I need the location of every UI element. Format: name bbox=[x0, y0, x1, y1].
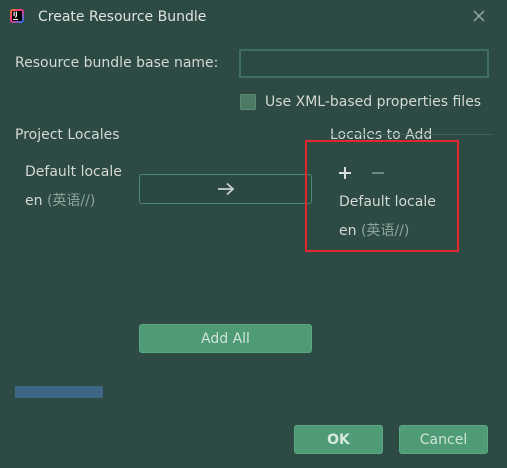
xml-properties-label[interactable]: Use XML-based properties files bbox=[265, 94, 481, 110]
close-icon bbox=[473, 10, 485, 22]
intellij-idea-icon: IJ bbox=[10, 9, 24, 23]
horizontal-scrollbar[interactable] bbox=[15, 386, 103, 398]
move-to-locales-to-add-button[interactable] bbox=[139, 174, 312, 204]
remove-locale-button[interactable] bbox=[370, 165, 386, 181]
locale-to-add-en[interactable]: en (英语//) bbox=[339, 220, 409, 240]
locales-to-add-separator bbox=[330, 134, 492, 135]
add-all-button[interactable]: Add All bbox=[139, 324, 312, 353]
window-title: Create Resource Bundle bbox=[38, 9, 207, 25]
locale-native-name: (英语//) bbox=[46, 193, 96, 209]
add-locale-button[interactable] bbox=[337, 165, 353, 181]
close-button[interactable] bbox=[468, 5, 490, 27]
project-locale-default[interactable]: Default locale bbox=[25, 164, 122, 180]
locale-code: en bbox=[25, 193, 43, 209]
base-name-label: Resource bundle base name: bbox=[15, 55, 219, 71]
project-locales-header: Project Locales bbox=[15, 127, 120, 143]
cancel-button[interactable]: Cancel bbox=[399, 425, 488, 454]
ok-button[interactable]: OK bbox=[294, 425, 383, 454]
locale-to-add-default[interactable]: Default locale bbox=[339, 194, 436, 210]
locale-native-name: (英语//) bbox=[360, 223, 410, 239]
base-name-input[interactable] bbox=[239, 49, 489, 78]
project-locale-en[interactable]: en (英语//) bbox=[25, 190, 95, 210]
locale-code: en bbox=[339, 223, 357, 239]
xml-properties-checkbox[interactable] bbox=[240, 94, 256, 110]
arrow-right-icon bbox=[217, 182, 234, 196]
plus-icon bbox=[339, 167, 351, 179]
minus-icon bbox=[372, 172, 384, 174]
